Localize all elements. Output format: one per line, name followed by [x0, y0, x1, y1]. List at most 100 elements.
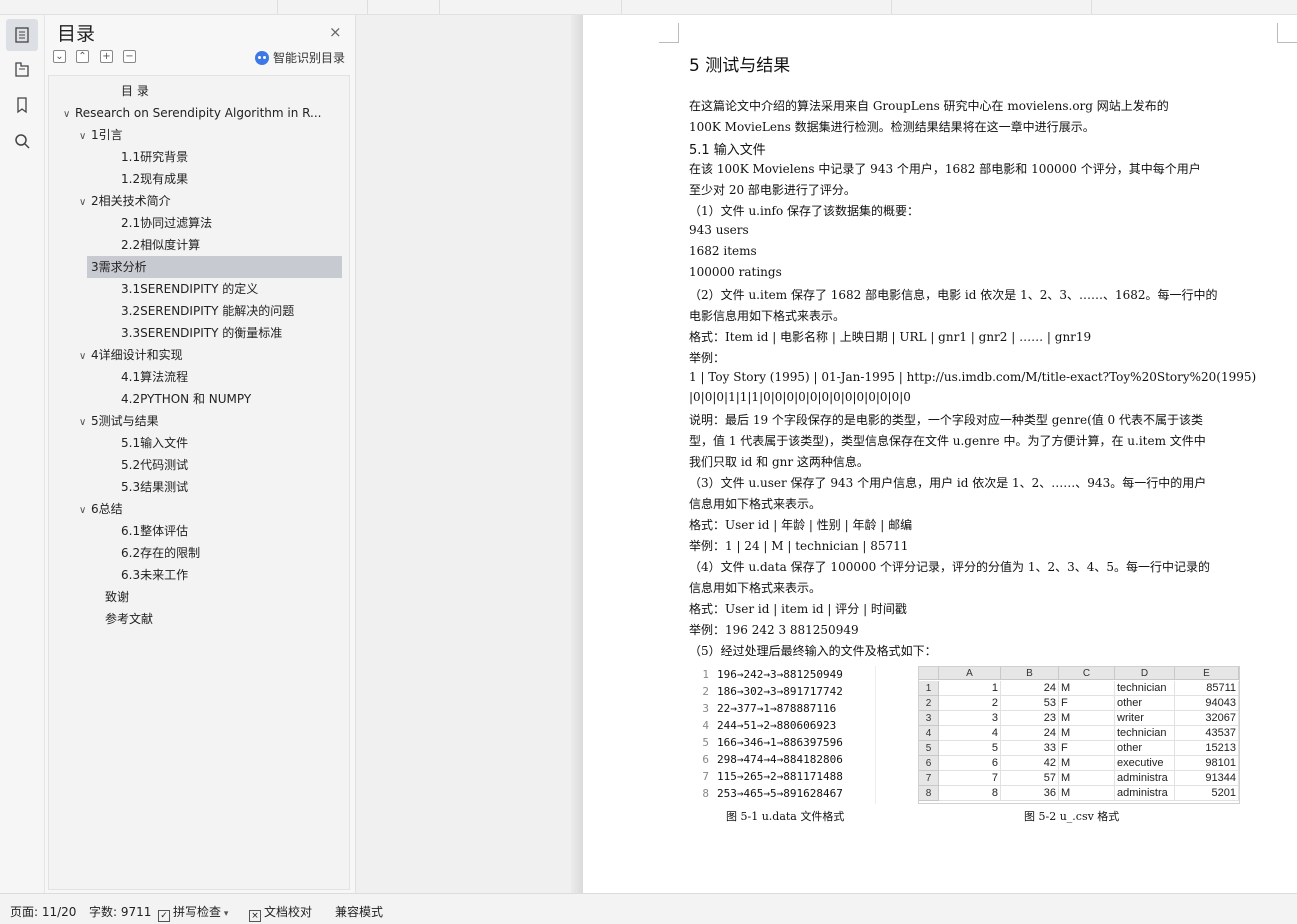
toc-item[interactable]: ∨ Research on Serendipity Algorithm in R.… — [49, 102, 349, 124]
smart-ai-icon — [255, 50, 269, 65]
doc-proof-button[interactable]: × 文档校对 — [249, 903, 312, 922]
spell-check-button[interactable]: ✓ 拼写检查 ▾ — [158, 903, 228, 922]
body-line: 1 | Toy Story (1995) | 01-Jan-1995 | htt… — [689, 370, 1257, 384]
search-icon[interactable] — [6, 125, 38, 157]
toc-item[interactable]: 4.1算法流程 — [49, 366, 349, 388]
sheet-cell: administra — [1115, 786, 1175, 801]
sheet-cell: M — [1059, 756, 1115, 771]
toc-item-label: 4.1算法流程 — [121, 370, 189, 384]
toc-item[interactable]: ∨ 5测试与结果 — [49, 410, 349, 432]
toc-item[interactable]: ∨ 6总结 — [49, 498, 349, 520]
toc-icon[interactable] — [6, 19, 38, 51]
toc-item-label: 1.2现有成果 — [121, 172, 189, 186]
toc-item-label: 4详细设计和实现 — [91, 348, 183, 362]
toc-item[interactable]: 3.1SERENDIPITY 的定义 — [49, 278, 349, 300]
toc-item-label: 2相关技术简介 — [91, 194, 171, 208]
toc-item[interactable]: 3.2SERENDIPITY 能解决的问题 — [49, 300, 349, 322]
code-text: 166→346→1→886397596 — [717, 736, 843, 749]
word-count[interactable]: 字数: 9711 — [89, 903, 151, 920]
toc-item[interactable]: 致谢 — [49, 586, 349, 608]
code-text: 244→51→2→880606923 — [717, 719, 837, 732]
toc-list: 目 录 ∨ Research on Serendipity Algorithm in… — [48, 75, 350, 890]
doc-proof-label: 文档校对 — [264, 905, 313, 919]
sheet-cell: 85711 — [1175, 681, 1239, 696]
toc-item-label: 3.2SERENDIPITY 能解决的问题 — [121, 304, 295, 318]
toc-item[interactable]: 参考文献 — [49, 608, 349, 630]
sheet-cell: 42 — [1001, 756, 1059, 771]
chevron-down-icon[interactable]: ∨ — [79, 412, 91, 432]
row-header: 8 — [919, 786, 939, 801]
sheet-cell: M — [1059, 786, 1115, 801]
outline-icon[interactable] — [6, 53, 38, 85]
sheet-cell: 5201 — [1175, 786, 1239, 801]
toc-item-label: 2.2相似度计算 — [121, 238, 201, 252]
toc-item-label: 5.2代码测试 — [121, 458, 189, 472]
toc-item[interactable]: 6.2存在的限制 — [49, 542, 349, 564]
toc-title: 目录 — [57, 23, 96, 45]
remove-heading-icon[interactable]: − — [123, 50, 136, 63]
smart-toc-button[interactable]: 智能识别目录 — [255, 49, 345, 66]
sheet-cell: 1 — [939, 681, 1001, 696]
page-indicator[interactable]: 页面: 11/20 — [10, 903, 76, 920]
expand-all-icon[interactable]: ⌃ — [76, 50, 89, 63]
row-header: 7 — [919, 771, 939, 786]
toc-item[interactable]: 2.1协同过滤算法 — [49, 212, 349, 234]
document-page[interactable]: 5 测试与结果 5.1 输入文件 在这篇论文中介绍的算法采用来自 GroupLe… — [583, 15, 1297, 893]
toc-item[interactable]: ∨ 1引言 — [49, 124, 349, 146]
toc-item-label: 5测试与结果 — [91, 414, 159, 428]
chevron-down-icon[interactable]: ∨ — [79, 346, 91, 366]
code-line: 5 166→346→1→886397596 — [691, 736, 876, 753]
toc-item[interactable]: ∨ 4详细设计和实现 — [49, 344, 349, 366]
toc-item[interactable]: 5.1输入文件 — [49, 432, 349, 454]
chevron-down-icon[interactable]: ∨ — [79, 500, 91, 520]
body-line: 在这篇论文中介绍的算法采用来自 GroupLens 研究中心在 movielen… — [689, 99, 1169, 113]
sheet-cell: 7 — [939, 771, 1001, 786]
toc-item[interactable]: 1.1研究背景 — [49, 146, 349, 168]
chevron-down-icon[interactable]: ∨ — [79, 126, 91, 146]
body-line: 信息用如下格式来表示。 — [689, 581, 822, 595]
toc-item[interactable]: 3.3SERENDIPITY 的衡量标准 — [49, 322, 349, 344]
body-line: （1）文件 u.info 保存了该数据集的概要： — [689, 204, 920, 218]
sheet-cell: 3 — [939, 711, 1001, 726]
body-line: （4）文件 u.data 保存了 100000 个评分记录，评分的分值为 1、2… — [689, 560, 1211, 574]
toc-item[interactable]: 目 录 — [49, 80, 349, 102]
spell-check-label: 拼写检查 — [173, 905, 222, 919]
toc-item[interactable]: 2.2相似度计算 — [49, 234, 349, 256]
code-line: 1 196→242→3→881250949 — [691, 668, 876, 685]
sheet-cell: writer — [1115, 711, 1175, 726]
collapse-all-icon[interactable]: ⌄ — [53, 50, 66, 63]
toolbar-segment — [210, 0, 278, 14]
close-icon[interactable]: × — [329, 23, 342, 41]
body-line: 型，值 1 代表属于该类型)，类型信息保存在文件 u.genre 中。为了方便计… — [689, 434, 1206, 448]
sheet-cell: 15213 — [1175, 741, 1239, 756]
bookmark-icon[interactable] — [6, 89, 38, 121]
body-line: 100000 ratings — [689, 265, 782, 279]
toc-item[interactable]: 4.2PYTHON 和 NUMPY — [49, 388, 349, 410]
sheet-cell: 36 — [1001, 786, 1059, 801]
toc-item-label: 5.1输入文件 — [121, 436, 189, 450]
line-number: 7 — [702, 770, 709, 783]
chevron-down-icon[interactable]: ∨ — [63, 104, 75, 124]
sheet-cell: 91344 — [1175, 771, 1239, 786]
toc-item[interactable]: ∨3需求分析 — [87, 256, 342, 278]
toc-item[interactable]: 6.1整体评估 — [49, 520, 349, 542]
sheet-cell: 33 — [1001, 741, 1059, 756]
toc-item[interactable]: 6.3未来工作 — [49, 564, 349, 586]
column-header: B — [1001, 667, 1059, 680]
body-line: 电影信息用如下格式来表示。 — [689, 309, 846, 323]
sheet-cell: 6 — [939, 756, 1001, 771]
sheet-cell: 24 — [1001, 726, 1059, 741]
row-header: 4 — [919, 726, 939, 741]
toc-item[interactable]: 5.3结果测试 — [49, 476, 349, 498]
toc-item[interactable]: 1.2现有成果 — [49, 168, 349, 190]
page-shadow — [571, 15, 583, 893]
toc-item[interactable]: ∨ 2相关技术简介 — [49, 190, 349, 212]
body-line: 在该 100K Movielens 中记录了 943 个用户，1682 部电影和… — [689, 162, 1201, 176]
sheet-cell: executive — [1115, 756, 1175, 771]
toc-item[interactable]: 5.2代码测试 — [49, 454, 349, 476]
add-heading-icon[interactable]: + — [100, 50, 113, 63]
column-header: D — [1115, 667, 1175, 680]
chevron-down-icon[interactable]: ∨ — [79, 192, 91, 212]
figure-caption: 图 5-1 u.data 文件格式 — [726, 810, 845, 823]
toolbar-segment — [892, 0, 1092, 14]
